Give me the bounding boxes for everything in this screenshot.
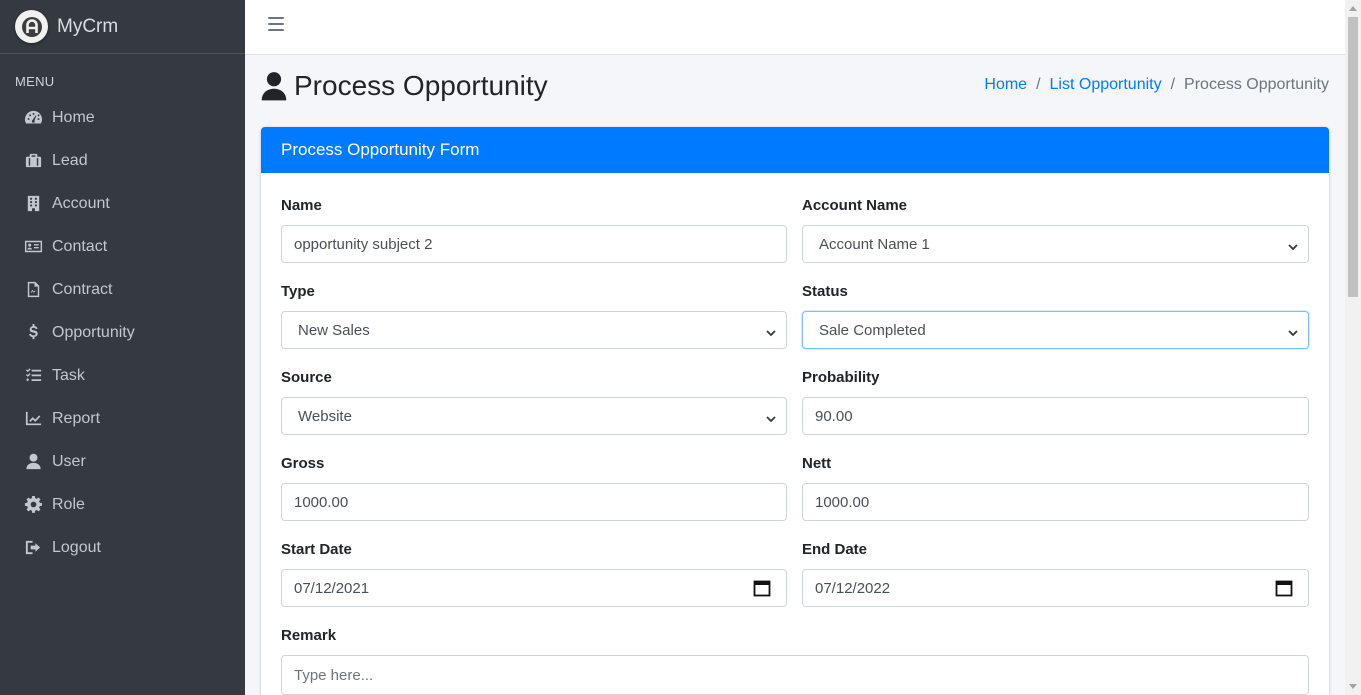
sidebar-item-label: Report xyxy=(52,409,101,427)
end-date-value: 07/12/2022 xyxy=(815,579,891,597)
building-icon xyxy=(22,193,44,215)
sidebar-item-label: Contact xyxy=(52,237,108,255)
sidebar-item-home[interactable]: Home xyxy=(0,96,245,139)
sidebar-item-label: Opportunity xyxy=(52,323,135,341)
remark-textarea[interactable]: Type here... xyxy=(281,655,1309,695)
type-value: New Sales xyxy=(298,321,370,339)
scroll-up-arrow-icon[interactable] xyxy=(1349,6,1357,11)
scroll-thumb[interactable] xyxy=(1348,17,1358,297)
sidebar-item-role[interactable]: Role xyxy=(0,483,245,526)
gross-label: Gross xyxy=(281,455,325,472)
tasks-icon xyxy=(22,365,44,387)
sidebar-item-label: Logout xyxy=(52,538,101,556)
page-scrollbar[interactable] xyxy=(1345,0,1361,695)
id-card-icon xyxy=(22,236,44,258)
status-label: Status xyxy=(802,283,848,300)
sidebar: MyCrm MENU Home Lead Account Contact Con… xyxy=(0,0,245,695)
breadcrumb-current: Process Opportunity xyxy=(1184,76,1329,93)
breadcrumb-home-link[interactable]: Home xyxy=(984,76,1027,94)
user-icon xyxy=(22,451,44,473)
file-signature-icon xyxy=(22,279,44,301)
chevron-down-icon xyxy=(766,411,776,423)
end-date-label: End Date xyxy=(802,541,868,558)
sidebar-item-opportunity[interactable]: Opportunity xyxy=(0,311,245,354)
breadcrumb-separator: / xyxy=(1036,76,1041,93)
sidebar-item-account[interactable]: Account xyxy=(0,182,245,225)
source-label: Source xyxy=(281,369,332,386)
sidebar-item-label: Role xyxy=(52,495,85,513)
sidebar-item-lead[interactable]: Lead xyxy=(0,139,245,182)
start-date-label: Start Date xyxy=(281,541,352,558)
sidebar-item-logout[interactable]: Logout xyxy=(0,526,245,569)
chevron-down-icon xyxy=(1288,239,1298,251)
status-select[interactable]: Sale Completed xyxy=(802,311,1309,349)
start-date-value: 07/12/2021 xyxy=(294,579,370,597)
breadcrumb-separator: / xyxy=(1170,76,1176,93)
sidebar-item-label: Contract xyxy=(52,280,113,298)
sidebar-item-task[interactable]: Task xyxy=(0,354,245,397)
source-select[interactable]: Website xyxy=(281,397,787,435)
sidebar-item-user[interactable]: User xyxy=(0,440,245,483)
page-title: Process Opportunity xyxy=(260,70,548,102)
name-label: Name xyxy=(281,197,322,214)
breadcrumb: Home / List Opportunity / Process Opport… xyxy=(984,76,1329,94)
type-label: Type xyxy=(281,283,315,300)
end-date-input[interactable]: 07/12/2022 xyxy=(802,569,1309,607)
top-navbar xyxy=(245,0,1345,55)
probability-label: Probability xyxy=(802,369,880,386)
breadcrumb-list-opportunity-link[interactable]: List Opportunity xyxy=(1050,76,1162,94)
card-title: Process Opportunity Form xyxy=(261,127,1329,173)
dollar-icon xyxy=(22,322,44,344)
status-value: Sale Completed xyxy=(819,321,926,339)
dashboard-icon xyxy=(22,107,44,129)
gear-icon xyxy=(22,494,44,516)
sidebar-item-label: Task xyxy=(52,366,85,384)
name-input[interactable]: opportunity subject 2 xyxy=(281,225,787,263)
logout-icon xyxy=(22,537,44,559)
type-select[interactable]: New Sales xyxy=(281,311,787,349)
hamburger-menu-icon[interactable] xyxy=(268,17,284,35)
account-name-label: Account Name xyxy=(802,197,908,214)
brand[interactable]: MyCrm xyxy=(0,0,245,54)
brand-text: MyCrm xyxy=(57,15,119,37)
gross-input[interactable]: 1000.00 xyxy=(281,483,787,521)
source-value: Website xyxy=(298,407,352,425)
calendar-icon[interactable] xyxy=(753,579,771,597)
user-icon xyxy=(261,72,287,101)
start-date-input[interactable]: 07/12/2021 xyxy=(281,569,787,607)
sidebar-item-contract[interactable]: Contract xyxy=(0,268,245,311)
briefcase-icon xyxy=(22,150,44,172)
chart-line-icon xyxy=(22,408,44,430)
account-name-select[interactable]: Account Name 1 xyxy=(802,225,1309,263)
chevron-down-icon xyxy=(1288,325,1298,337)
sidebar-item-contact[interactable]: Contact xyxy=(0,225,245,268)
account-name-value: Account Name 1 xyxy=(819,235,930,253)
scroll-down-arrow-icon[interactable] xyxy=(1349,684,1357,689)
chevron-down-icon xyxy=(766,325,776,337)
sidebar-item-label: Home xyxy=(52,108,95,126)
page-title-text: Process Opportunity xyxy=(294,70,548,101)
sidebar-item-label: Lead xyxy=(52,151,88,169)
process-opportunity-card: Process Opportunity Form Name opportunit… xyxy=(261,127,1329,695)
sidebar-item-label: Account xyxy=(52,194,110,212)
nett-input[interactable]: 1000.00 xyxy=(802,483,1309,521)
sidebar-item-label: User xyxy=(52,452,86,470)
brand-logo-icon xyxy=(15,10,48,43)
remark-label: Remark xyxy=(281,627,337,644)
calendar-icon[interactable] xyxy=(1275,579,1293,597)
nett-label: Nett xyxy=(802,455,832,472)
sidebar-item-report[interactable]: Report xyxy=(0,397,245,440)
probability-input[interactable]: 90.00 xyxy=(802,397,1309,435)
menu-header: MENU xyxy=(15,74,55,89)
